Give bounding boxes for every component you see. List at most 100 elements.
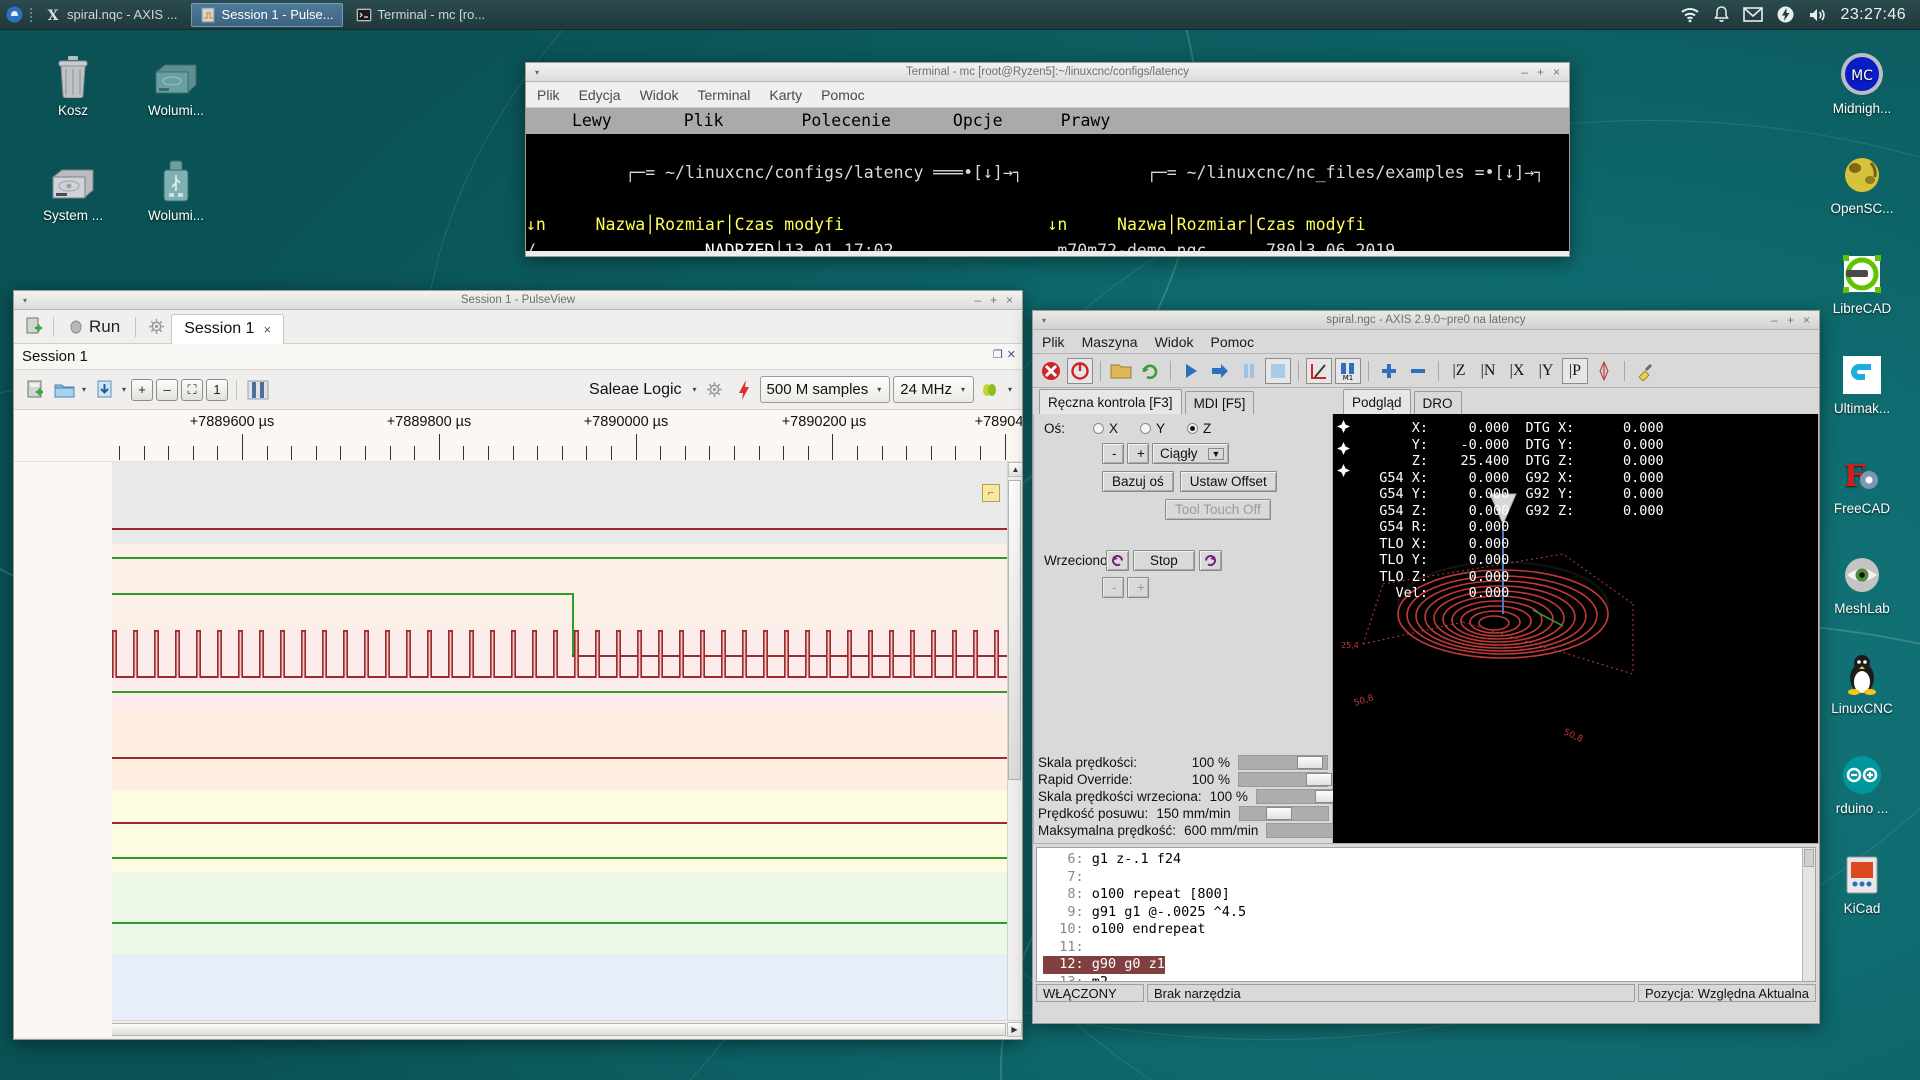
view-x-icon[interactable]: |X [1504,358,1530,384]
timeline-ruler[interactable]: +7889600 µs +7889800 µs +7890000 µs +789020… [14,410,1022,462]
axis-radio-y[interactable]: Y [1140,421,1165,436]
dock-float-icon[interactable]: ❐ [993,348,1003,361]
override-row[interactable]: Maksymalna prędkość: 600 mm/min [1034,822,1361,839]
jog-mode-combo[interactable]: Ciągły ▼ [1152,443,1230,464]
zoom-one-to-one-button[interactable]: 1 [206,378,229,401]
pause-program-icon[interactable] [1236,358,1262,384]
desktop-icon-kosz[interactable]: Kosz [25,50,121,118]
axis-menubar[interactable]: Plik Maszyna Widok Pomoc [1033,330,1819,354]
chevron-down-icon[interactable]: ▼ [1207,447,1225,460]
terminal-menubar[interactable]: Plik Edycja Widok Terminal Karty Pomoc [526,82,1569,108]
mc-menu-lewy[interactable]: Lewy [568,108,616,134]
save-file-caret-icon[interactable]: ▾ [120,385,128,394]
show-cursors-icon[interactable] [245,377,271,403]
tab-reczna-kontrola[interactable]: Ręczna kontrola [F3] [1039,389,1182,414]
desktop-icon-arduino[interactable]: rduino ... [1814,748,1910,816]
sample-rate-combo[interactable]: 24 MHz ▾ [893,376,974,403]
slider-thumb[interactable] [1265,807,1292,820]
bell-icon[interactable] [1713,6,1729,23]
mc-right-row[interactable]: m70m72-demo.ngc 780│3.06.2019 [1048,238,1570,251]
terminal-titlebar[interactable]: ▾ Terminal - mc [root@Ryzen5]:~/linuxcnc… [526,63,1569,82]
gcode-line[interactable]: 10: o100 endrepeat [1043,921,1815,939]
channel-caret-icon[interactable]: ▾ [1006,385,1014,394]
taskbar[interactable]: X spiral.nqc - AXIS ... Session 1 - Puls… [0,0,1920,30]
gcode-line[interactable]: 13: m2 [1043,974,1815,982]
manual-control-panel[interactable]: Oś: X Y Z - + Ciągły ▼ Bazuj oś Ustaw Of… [1033,414,1361,844]
desktop-icon-freecad[interactable]: F FreeCAD [1814,448,1910,516]
jog-minus-button[interactable]: - [1102,443,1124,464]
terminal-window-buttons[interactable]: – + × [1521,66,1569,78]
device-config-gear-icon[interactable] [702,377,728,403]
device-caret-icon[interactable]: ▾ [691,385,699,394]
minimize-icon[interactable]: – [1521,66,1528,78]
gcode-line[interactable]: 7: [1043,869,1815,887]
menu-item-karty[interactable]: Karty [769,87,802,103]
volume-icon[interactable] [1808,7,1827,23]
zoom-in-button[interactable]: + [131,378,154,401]
pulseview-tabbar[interactable]: Session 1 × [171,310,285,344]
view-y-icon[interactable]: |Y [1533,358,1559,384]
dock-close-icon[interactable]: ✕ [1007,348,1016,361]
spindle-cw-icon[interactable] [1198,550,1222,571]
tab-podglad[interactable]: Podgląd [1343,389,1411,414]
mc-left-row[interactable]: /.. NADRZĘD│13.01 17:02 [526,238,1048,251]
mc-right-panel[interactable]: ┌─= ~/linuxcnc/nc_files/examples =•[↓]→┐… [1048,134,1570,251]
gcode-listing[interactable]: 6: g1 z-.1 f24 7: 8: o100 repeat [800] 9: … [1036,847,1816,982]
menu-item-plik[interactable]: Plik [537,87,560,103]
radio-z-icon[interactable] [1187,423,1199,434]
menu-item-pomoc[interactable]: Pomoc [1211,334,1255,350]
mc-menu-plik[interactable]: Plik [680,108,728,134]
jog-plus-button[interactable]: + [1127,443,1149,464]
view-iso-icon[interactable]: |N [1475,358,1501,384]
gcode-line[interactable]: 8: o100 repeat [800] [1043,886,1815,904]
gcode-scroll-thumb[interactable] [1804,849,1814,867]
taskbar-handle[interactable] [28,6,34,24]
chevron-down-icon[interactable]: ▾ [875,385,883,394]
run-program-icon[interactable] [1178,358,1204,384]
tab-mdi[interactable]: MDI [F5] [1184,391,1255,414]
desktop-icon-ultimaker-cura[interactable]: Ultimak... [1814,348,1910,416]
pulseview-titlebar[interactable]: ▾ Session 1 - PulseView – + × [14,291,1022,310]
start-menu-icon[interactable] [0,0,28,30]
radio-y-icon[interactable] [1140,423,1152,434]
menu-item-edycja[interactable]: Edycja [579,87,621,103]
tab-session-1[interactable]: Session 1 × [171,313,285,344]
chevron-down-icon[interactable]: ▾ [959,385,967,394]
set-offset-button[interactable]: Ustaw Offset [1179,471,1277,492]
override-slider[interactable] [1238,755,1328,770]
pulseview-window-buttons[interactable]: – + × [974,294,1022,306]
desktop-icon-kicad[interactable]: KiCad [1814,848,1910,916]
menu-item-maszyna[interactable]: Maszyna [1082,334,1138,350]
save-file-icon[interactable] [91,377,117,403]
axis-right-tabs[interactable]: Podgląd DRO [1333,388,1819,414]
gcode-line[interactable]: 9: g91 g1 @-.0025 ^4.5 [1043,904,1815,922]
step-program-icon[interactable] [1207,358,1233,384]
scroll-right-arrow[interactable]: ▶ [1007,1021,1022,1037]
slider-thumb[interactable] [1297,756,1324,769]
trigger-probe-icon[interactable] [731,377,757,403]
session-settings-gear-icon[interactable] [143,314,169,340]
close-icon[interactable]: × [1553,66,1560,78]
open-file-icon[interactable] [1108,358,1134,384]
axis-toolbar[interactable]: M1 |Z |N |X |Y |P [1033,354,1819,388]
axis-radio-z[interactable]: Z [1187,421,1211,436]
desktop-icon-wolumin-1[interactable]: Wolumi... [128,50,224,118]
desktop-icon-librecad[interactable]: LibreCAD [1814,248,1910,316]
zoom-out-button[interactable]: – [156,378,179,401]
tab-close-icon[interactable]: × [263,322,271,337]
menu-item-widok[interactable]: Widok [640,87,679,103]
override-row[interactable]: Skala prędkości: 100 % [1034,754,1332,771]
sample-count-combo[interactable]: 500 M samples ▾ [759,376,891,403]
taskbar-item-axis[interactable]: X spiral.nqc - AXIS ... [36,3,187,27]
clear-backplot-icon[interactable] [1632,358,1658,384]
gcode-line[interactable]: 11: [1043,939,1815,957]
override-slider[interactable] [1238,772,1332,787]
desktop-icon-system[interactable]: System ... [25,155,121,223]
menu-item-widok[interactable]: Widok [1155,334,1194,350]
mc-left-panel[interactable]: ┌─= ~/linuxcnc/configs/latency ═══•[↓]→┐… [526,134,1048,251]
zoom-fit-button[interactable]: ⛶ [181,378,204,401]
spindle-ccw-icon[interactable] [1106,550,1129,571]
pulseview-window[interactable]: ▾ Session 1 - PulseView – + × Run Sessio… [13,290,1023,1040]
radio-x-icon[interactable] [1093,423,1105,434]
zoom-out-icon[interactable] [1405,358,1431,384]
